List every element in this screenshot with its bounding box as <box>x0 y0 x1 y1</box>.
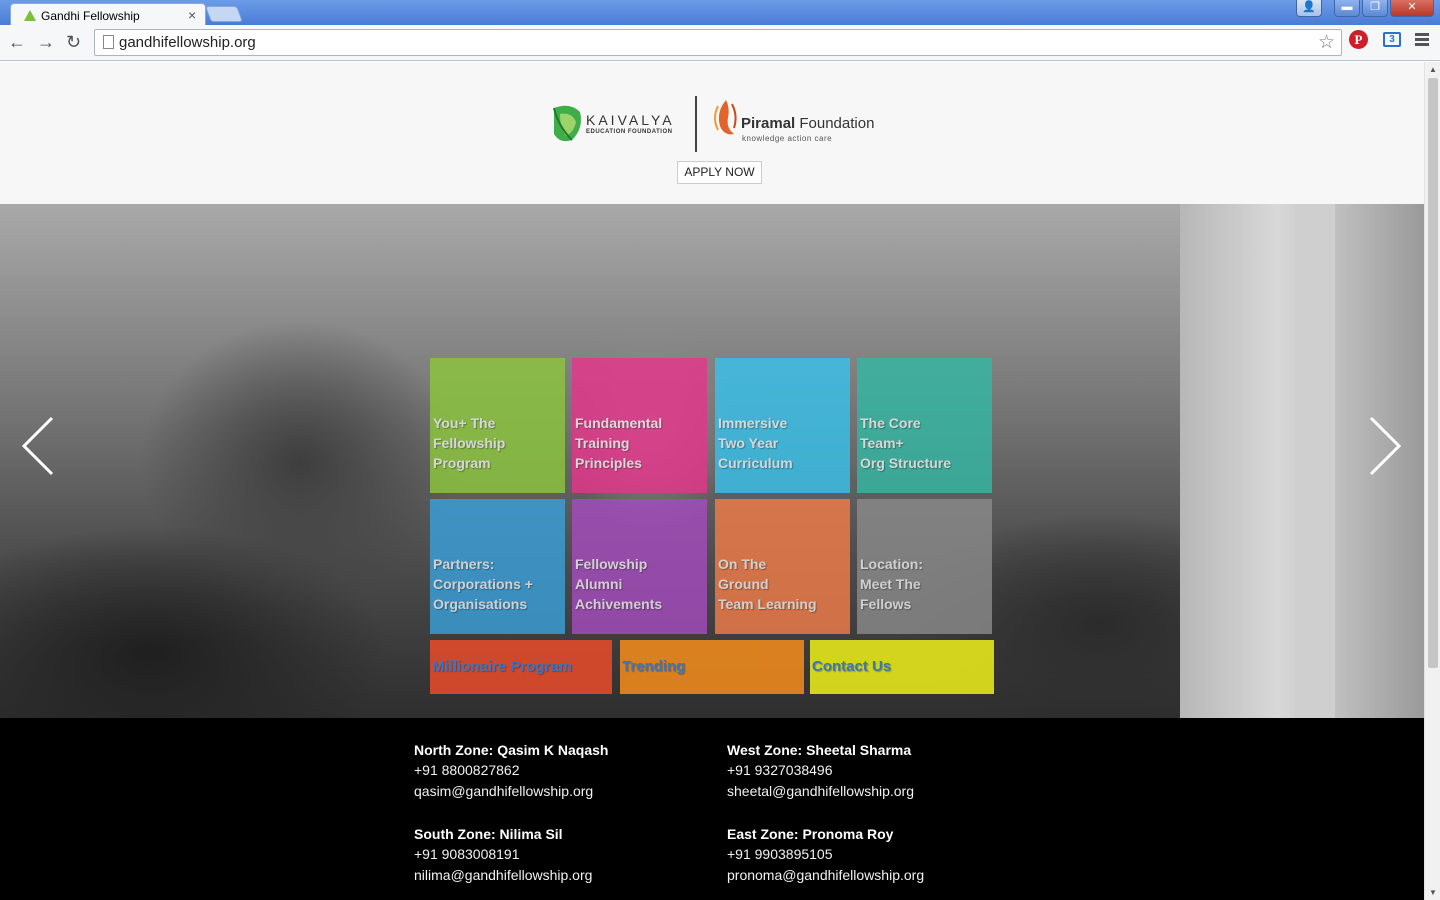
kaivalya-logo[interactable]: KAIVALYA EDUCATION FOUNDATION <box>550 102 680 146</box>
tab-title: Gandhi Fellowship <box>41 9 140 23</box>
tile-label: Location: Meet The Fellows <box>860 556 923 612</box>
tile-two-year-curriculum[interactable]: Immersive Two Year Curriculum <box>715 358 850 493</box>
zone-email-link[interactable]: nilima@gandhifellowship.org <box>414 865 714 886</box>
tile-ground-team-learning[interactable]: On The Ground Team Learning <box>715 499 850 634</box>
tab-close-icon[interactable]: × <box>188 7 196 23</box>
zone-phone: +91 9327038496 <box>727 762 833 778</box>
zone-name: South Zone: Nilima Sil <box>414 826 563 842</box>
menu-tiles: You+ The Fellowship Program Fundamental T… <box>430 358 994 698</box>
apply-now-button[interactable]: APPLY NOW <box>677 161 762 184</box>
piramal-flame-icon <box>714 100 737 135</box>
zone-phone: +91 9083008191 <box>414 846 520 862</box>
contact-footer: North Zone: Qasim K Naqash +91 880082786… <box>0 718 1424 900</box>
millionaire-program-button[interactable]: Millionaire Program <box>430 640 612 694</box>
browser-tab[interactable]: Gandhi Fellowship × <box>10 3 206 26</box>
bar-label: Trending <box>622 658 686 675</box>
slider-next-button[interactable] <box>1368 416 1402 476</box>
chevron-right-icon <box>1369 416 1402 476</box>
minimize-button[interactable]: ▬ <box>1334 0 1360 17</box>
site-favicon-icon <box>24 10 36 21</box>
tile-label: On The Ground Team Learning <box>718 556 817 612</box>
slider-prev-button[interactable] <box>21 416 55 476</box>
zone-phone: +91 9903895105 <box>727 846 833 862</box>
tile-label: Fellowship Alumni Achivements <box>575 556 663 612</box>
tile-core-team[interactable]: The Core Team+ Org Structure <box>857 358 992 493</box>
pinterest-extension-icon[interactable]: P <box>1349 30 1368 49</box>
tile-meet-the-fellows[interactable]: Location: Meet The Fellows <box>857 499 992 634</box>
bar-label: Millionaire Program <box>432 658 573 675</box>
scroll-up-icon[interactable]: ▲ <box>1429 65 1437 74</box>
new-tab-button[interactable] <box>205 6 243 22</box>
bookmark-star-icon[interactable]: ☆ <box>1318 31 1335 54</box>
address-bar[interactable]: gandhifellowship.org ☆ <box>94 29 1342 56</box>
hero-slider: You+ The Fellowship Program Fundamental T… <box>0 204 1424 718</box>
kaivalya-name: KAIVALYA <box>586 112 675 128</box>
zone-east: East Zone: Pronoma Roy +91 9903895105 pr… <box>727 824 1027 886</box>
kaivalya-sub: EDUCATION FOUNDATION <box>586 129 673 135</box>
url-text[interactable]: gandhifellowship.org <box>119 34 256 51</box>
hero-photo-pillar <box>1295 204 1335 718</box>
logo-divider <box>695 96 697 152</box>
tile-fellowship-program[interactable]: You+ The Fellowship Program <box>430 358 565 493</box>
zone-email-link[interactable]: qasim@gandhifellowship.org <box>414 781 714 802</box>
piramal-tagline: knowledge action care <box>742 134 833 143</box>
tile-label: You+ The Fellowship Program <box>433 415 506 471</box>
bar-label: Contact Us <box>812 658 892 675</box>
back-icon[interactable]: ← <box>8 32 26 53</box>
reload-icon[interactable]: ↻ <box>66 32 81 53</box>
kaivalya-leaf-icon <box>553 105 581 142</box>
tile-label: Immersive Two Year Curriculum <box>718 415 793 471</box>
browser-menu-icon[interactable] <box>1415 33 1429 48</box>
scrollbar-thumb[interactable] <box>1428 78 1438 668</box>
zone-email-link[interactable]: sheetal@gandhifellowship.org <box>727 781 1027 802</box>
zone-north: North Zone: Qasim K Naqash +91 880082786… <box>414 740 714 802</box>
contact-us-button[interactable]: Contact Us <box>810 640 994 694</box>
profile-button[interactable]: 👤 <box>1296 0 1322 17</box>
piramal-name: Piramal Foundation <box>741 115 875 132</box>
tile-training-principles[interactable]: Fundamental Training Principles <box>572 358 707 493</box>
zone-phone: +91 8800827862 <box>414 762 520 778</box>
browser-toolbar: ← → ↻ gandhifellowship.org ☆ P 3 <box>0 25 1440 61</box>
restore-button[interactable]: ❐ <box>1362 0 1388 17</box>
page-icon <box>103 35 114 49</box>
tile-label: The Core Team+ Org Structure <box>860 415 952 471</box>
extension-icon[interactable]: 3 <box>1383 32 1401 47</box>
close-window-button[interactable]: ✕ <box>1390 0 1434 17</box>
browser-titlebar: Gandhi Fellowship × 👤 ▬ ❐ ✕ <box>0 0 1440 26</box>
zone-west: West Zone: Sheetal Sharma +91 9327038496… <box>727 740 1027 802</box>
chevron-left-icon <box>21 416 54 476</box>
page-scrollbar[interactable]: ▲ ▼ <box>1424 62 1440 900</box>
piramal-logo[interactable]: Piramal Foundation knowledge action care <box>712 98 887 146</box>
window-controls: 👤 ▬ ❐ ✕ <box>1296 0 1434 18</box>
forward-icon[interactable]: → <box>37 32 55 53</box>
tile-alumni-achievements[interactable]: Fellowship Alumni Achivements <box>572 499 707 634</box>
zone-south: South Zone: Nilima Sil +91 9083008191 ni… <box>414 824 714 886</box>
tile-label: Fundamental Training Principles <box>575 415 663 471</box>
scroll-down-icon[interactable]: ▼ <box>1429 888 1437 897</box>
trending-button[interactable]: Trending <box>620 640 804 694</box>
zone-name: North Zone: Qasim K Naqash <box>414 742 609 758</box>
site-header: KAIVALYA EDUCATION FOUNDATION Piramal Fo… <box>0 62 1424 204</box>
zone-name: East Zone: Pronoma Roy <box>727 826 894 842</box>
zone-name: West Zone: Sheetal Sharma <box>727 742 912 758</box>
zone-email-link[interactable]: pronoma@gandhifellowship.org <box>727 865 1027 886</box>
page-viewport: KAIVALYA EDUCATION FOUNDATION Piramal Fo… <box>0 62 1424 900</box>
tile-partners[interactable]: Partners: Corporations + Organisations <box>430 499 565 634</box>
tile-label: Partners: Corporations + Organisations <box>433 556 533 612</box>
